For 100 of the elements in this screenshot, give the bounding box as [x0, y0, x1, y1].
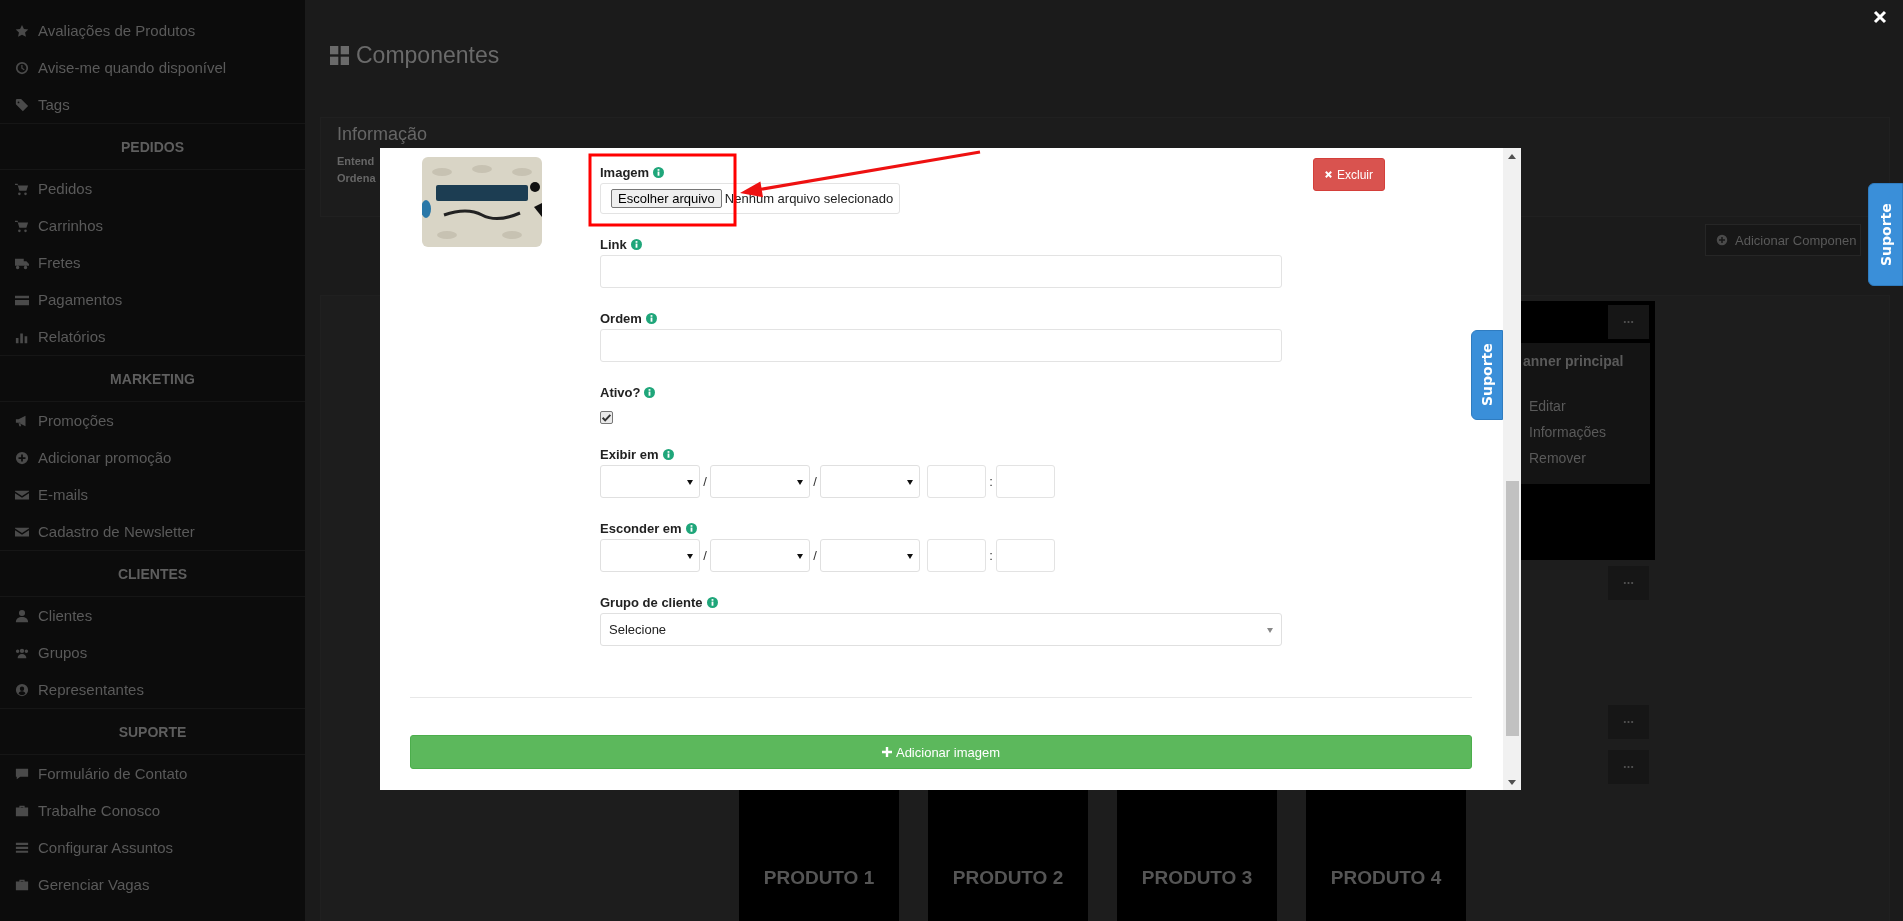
- sidebar-item[interactable]: Fretes: [0, 244, 305, 281]
- dropdown[interactable]: [600, 539, 700, 572]
- select-dropdown[interactable]: Selecione: [600, 613, 1282, 646]
- info-icon[interactable]: [645, 312, 657, 324]
- card-action-link[interactable]: Remover: [1523, 445, 1586, 471]
- minute-field[interactable]: [996, 539, 1055, 572]
- sidebar-item[interactable]: Avaliações de Produtos: [0, 12, 305, 49]
- more-icon: [1623, 765, 1634, 769]
- info-icon[interactable]: [653, 166, 665, 178]
- more-button[interactable]: [1608, 705, 1649, 739]
- close-icon: [1324, 170, 1333, 179]
- more-button[interactable]: [1608, 750, 1649, 784]
- scrollbar[interactable]: [1503, 148, 1521, 790]
- scroll-thumb[interactable]: [1505, 481, 1519, 736]
- caret-icon: [687, 554, 693, 559]
- cart-icon: [15, 218, 29, 233]
- info-text: Ordena: [337, 171, 376, 186]
- sidebar-item[interactable]: Tags: [0, 86, 305, 123]
- caret-icon: [1267, 628, 1273, 633]
- sidebar-item[interactable]: Adicionar promoção: [0, 439, 305, 476]
- dropdown[interactable]: [820, 465, 920, 498]
- sidebar-item[interactable]: Pedidos: [0, 170, 305, 207]
- field-label: Grupo de cliente: [600, 594, 703, 610]
- sidebar-item[interactable]: E-mails: [0, 476, 305, 513]
- field-label: Link: [600, 236, 627, 252]
- sidebar-item[interactable]: Avise-me quando disponível: [0, 49, 305, 86]
- briefcase-icon: [15, 877, 29, 892]
- sidebar-item[interactable]: Clientes: [0, 597, 305, 634]
- caret-icon: [797, 480, 803, 485]
- more-button[interactable]: [1608, 566, 1649, 600]
- section-heading: SUPORTE: [118, 723, 187, 740]
- section-heading: CLIENTES: [117, 565, 188, 582]
- date-separator: /: [702, 474, 708, 489]
- info-text: Entend: [337, 154, 375, 169]
- field-label: Ativo?: [600, 384, 641, 400]
- briefcase-icon: [15, 803, 29, 818]
- sidebar-item[interactable]: Promoções: [0, 402, 305, 439]
- megaphone-icon: [15, 413, 29, 428]
- field-label: Ordem: [600, 310, 642, 326]
- panel-title: Informação: [337, 124, 428, 145]
- sidebar-item[interactable]: Cadastro de Newsletter: [0, 513, 305, 550]
- info-icon[interactable]: [630, 238, 642, 250]
- sidebar-item[interactable]: Configurar Assuntos: [0, 829, 305, 866]
- sidebar-item[interactable]: Relatórios: [0, 318, 305, 355]
- card-action-link[interactable]: Informações: [1523, 419, 1607, 445]
- minute-field[interactable]: [996, 465, 1055, 498]
- dropdown[interactable]: [600, 465, 700, 498]
- product-label: PRODUTO 2: [952, 867, 1064, 889]
- checkbox[interactable]: [600, 411, 613, 424]
- field-label: Exibir em: [600, 446, 659, 462]
- delete-button[interactable]: Excluir: [1313, 158, 1385, 191]
- caret-icon: [797, 554, 803, 559]
- list-icon: [15, 840, 29, 855]
- choose-file-button[interactable]: Escolher arquivo: [611, 189, 722, 208]
- sidebar-item[interactable]: Representantes: [0, 671, 305, 708]
- text-field[interactable]: [600, 255, 1282, 288]
- card-title: anner principal: [1523, 353, 1625, 369]
- hour-field[interactable]: [927, 539, 986, 572]
- support-tab[interactable]: Suporte: [1471, 330, 1503, 420]
- tag-icon: [15, 97, 29, 112]
- field-label: Esconder em: [600, 520, 682, 536]
- scroll-down-icon[interactable]: [1508, 780, 1516, 785]
- dropdown[interactable]: [710, 465, 810, 498]
- sidebar-item[interactable]: Formulário de Contato: [0, 755, 305, 792]
- sidebar-item[interactable]: Grupos: [0, 634, 305, 671]
- sidebar-item[interactable]: Carrinhos: [0, 207, 305, 244]
- star-icon: [15, 23, 29, 38]
- hour-field[interactable]: [927, 465, 986, 498]
- info-icon[interactable]: [685, 522, 697, 534]
- product-label: PRODUTO 1: [763, 867, 875, 889]
- info-icon[interactable]: [644, 386, 656, 398]
- caret-icon: [687, 480, 693, 485]
- sidebar-item[interactable]: Pagamentos: [0, 281, 305, 318]
- plus-icon: [881, 747, 892, 757]
- support-tab[interactable]: Suporte: [1868, 183, 1903, 286]
- clock-icon: [15, 60, 29, 75]
- comment-icon: [15, 766, 29, 781]
- info-icon[interactable]: [706, 596, 718, 608]
- dropdown[interactable]: [820, 539, 920, 572]
- section-heading: PEDIDOS: [121, 138, 184, 155]
- time-separator: :: [988, 548, 994, 563]
- dropdown[interactable]: [710, 539, 810, 572]
- sidebar-item[interactable]: Gerenciar Vagas: [0, 866, 305, 903]
- section-heading: MARKETING: [110, 370, 195, 387]
- date-separator: /: [812, 474, 818, 489]
- user-icon: [15, 608, 29, 623]
- close-icon[interactable]: [1872, 9, 1888, 25]
- more-button[interactable]: [1608, 305, 1649, 339]
- grid-icon: [330, 45, 349, 65]
- card-action-link[interactable]: Editar: [1523, 393, 1566, 419]
- scroll-up-icon[interactable]: [1508, 154, 1516, 159]
- add-component-button[interactable]: Adicionar Componen: [1705, 224, 1862, 256]
- caret-icon: [907, 554, 913, 559]
- text-field[interactable]: [600, 329, 1282, 362]
- info-icon[interactable]: [662, 448, 674, 460]
- caret-icon: [907, 480, 913, 485]
- more-icon: [1623, 320, 1634, 324]
- cart-icon: [15, 181, 29, 196]
- add-image-button[interactable]: Adicionar imagem: [410, 735, 1472, 769]
- sidebar-item[interactable]: Trabalhe Conosco: [0, 792, 305, 829]
